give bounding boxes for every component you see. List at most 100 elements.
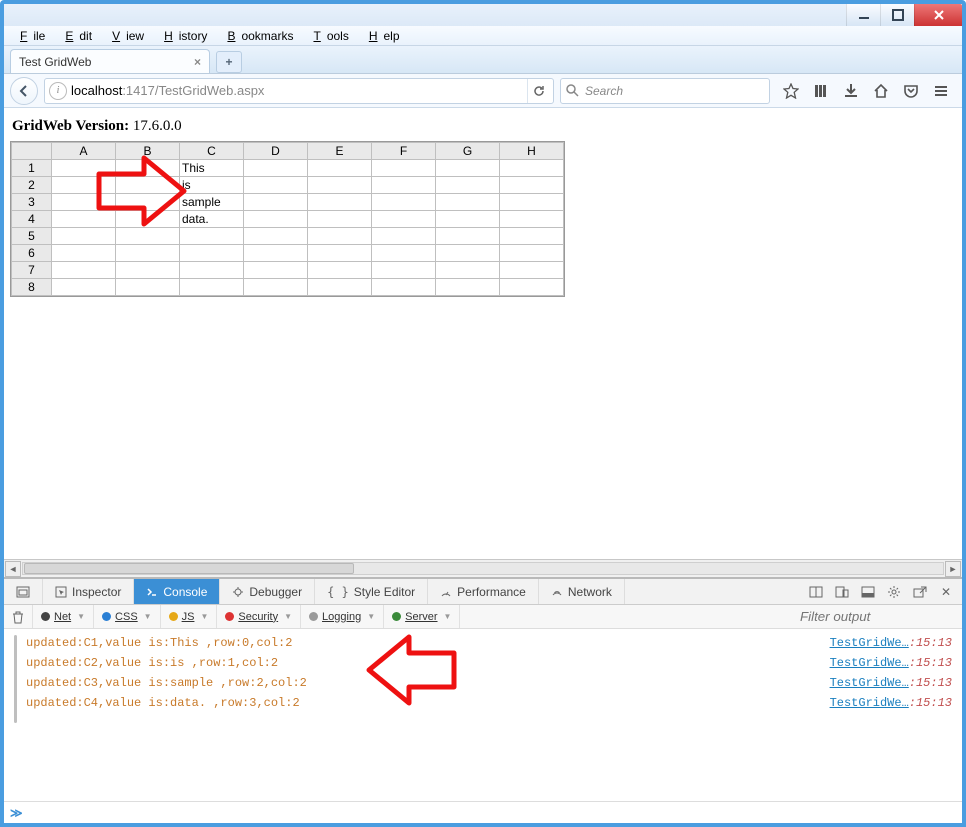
menu-help[interactable]: Help	[357, 29, 406, 43]
cell-G4[interactable]	[436, 211, 500, 228]
console-log-source[interactable]: TestGridWe…:15:13	[830, 696, 952, 710]
column-header-D[interactable]: D	[244, 143, 308, 160]
tab-debugger[interactable]: Debugger	[220, 579, 315, 604]
browser-tab[interactable]: Test GridWeb ×	[10, 49, 210, 73]
devtools-popout-icon[interactable]	[912, 584, 928, 600]
horizontal-scrollbar[interactable]: ◄ ►	[4, 559, 962, 577]
menu-bookmarks[interactable]: Bookmarks	[215, 29, 299, 43]
menu-history[interactable]: History	[152, 29, 213, 43]
home-icon[interactable]	[872, 82, 890, 100]
site-info-icon[interactable]: i	[49, 82, 67, 100]
cell-H8[interactable]	[500, 279, 564, 296]
window-maximize-button[interactable]	[880, 4, 914, 26]
cell-F4[interactable]	[372, 211, 436, 228]
cell-F3[interactable]	[372, 194, 436, 211]
menu-view[interactable]: View	[100, 29, 150, 43]
cell-G8[interactable]	[436, 279, 500, 296]
cell-B5[interactable]	[116, 228, 180, 245]
filter-logging[interactable]: Logging▼	[301, 605, 384, 628]
filter-js[interactable]: JS▼	[161, 605, 218, 628]
cell-F2[interactable]	[372, 177, 436, 194]
row-header-6[interactable]: 6	[12, 245, 52, 262]
devtools-split-icon[interactable]	[808, 584, 824, 600]
filter-security[interactable]: Security▼	[217, 605, 301, 628]
cell-C5[interactable]	[180, 228, 244, 245]
new-tab-button[interactable]: +	[216, 51, 242, 73]
menu-tools[interactable]: Tools	[301, 29, 354, 43]
console-log-source[interactable]: TestGridWe…:15:13	[830, 636, 952, 650]
cell-A6[interactable]	[52, 245, 116, 262]
cell-A5[interactable]	[52, 228, 116, 245]
cell-C3[interactable]: sample	[180, 194, 244, 211]
cell-D8[interactable]	[244, 279, 308, 296]
bookmark-star-icon[interactable]	[782, 82, 800, 100]
cell-E5[interactable]	[308, 228, 372, 245]
cell-H2[interactable]	[500, 177, 564, 194]
cell-E8[interactable]	[308, 279, 372, 296]
cell-H7[interactable]	[500, 262, 564, 279]
cell-D4[interactable]	[244, 211, 308, 228]
tab-network[interactable]: Network	[539, 579, 625, 604]
cell-H3[interactable]	[500, 194, 564, 211]
cell-E7[interactable]	[308, 262, 372, 279]
column-header-G[interactable]: G	[436, 143, 500, 160]
row-header-7[interactable]: 7	[12, 262, 52, 279]
cell-A2[interactable]	[52, 177, 116, 194]
cell-A1[interactable]	[52, 160, 116, 177]
cell-D6[interactable]	[244, 245, 308, 262]
filter-net[interactable]: Net▼	[33, 605, 94, 628]
pocket-icon[interactable]	[902, 82, 920, 100]
column-header-E[interactable]: E	[308, 143, 372, 160]
cell-G3[interactable]	[436, 194, 500, 211]
console-log-source[interactable]: TestGridWe…:15:13	[830, 656, 952, 670]
cell-C2[interactable]: is	[180, 177, 244, 194]
cell-C1[interactable]: This	[180, 160, 244, 177]
cell-B3[interactable]	[116, 194, 180, 211]
clear-console-button[interactable]	[4, 605, 33, 628]
tab-performance[interactable]: Performance	[428, 579, 539, 604]
cell-H4[interactable]	[500, 211, 564, 228]
cell-A4[interactable]	[52, 211, 116, 228]
cell-E1[interactable]	[308, 160, 372, 177]
url-bar[interactable]: i localhost:1417/TestGridWeb.aspx	[44, 78, 554, 104]
scroll-left-button[interactable]: ◄	[5, 561, 21, 577]
cell-A8[interactable]	[52, 279, 116, 296]
devtools-dock-icon[interactable]	[860, 584, 876, 600]
devtools-responsive-icon[interactable]	[834, 584, 850, 600]
cell-D1[interactable]	[244, 160, 308, 177]
cell-C7[interactable]	[180, 262, 244, 279]
column-header-C[interactable]: C	[180, 143, 244, 160]
row-header-5[interactable]: 5	[12, 228, 52, 245]
devtools-close-icon[interactable]: ✕	[938, 584, 954, 600]
cell-E4[interactable]	[308, 211, 372, 228]
console-filter-input[interactable]	[792, 605, 962, 628]
menu-file[interactable]: File	[8, 29, 51, 43]
cell-C6[interactable]	[180, 245, 244, 262]
cell-F1[interactable]	[372, 160, 436, 177]
cell-D7[interactable]	[244, 262, 308, 279]
column-header-A[interactable]: A	[52, 143, 116, 160]
console-prompt[interactable]: ≫	[4, 801, 962, 823]
library-icon[interactable]	[812, 82, 830, 100]
cell-B8[interactable]	[116, 279, 180, 296]
devtools-settings-icon[interactable]	[886, 584, 902, 600]
grid-corner[interactable]	[12, 143, 52, 160]
cell-E3[interactable]	[308, 194, 372, 211]
cell-A3[interactable]	[52, 194, 116, 211]
cell-C4[interactable]: data.	[180, 211, 244, 228]
cell-B6[interactable]	[116, 245, 180, 262]
spreadsheet-grid[interactable]: ABCDEFGH 1This2is3sample4data.5678	[10, 141, 565, 297]
cell-F5[interactable]	[372, 228, 436, 245]
downloads-icon[interactable]	[842, 82, 860, 100]
row-header-3[interactable]: 3	[12, 194, 52, 211]
row-header-1[interactable]: 1	[12, 160, 52, 177]
search-bar[interactable]: Search	[560, 78, 770, 104]
cell-G7[interactable]	[436, 262, 500, 279]
back-button[interactable]	[10, 77, 38, 105]
filter-css[interactable]: CSS▼	[94, 605, 161, 628]
cell-H6[interactable]	[500, 245, 564, 262]
cell-D2[interactable]	[244, 177, 308, 194]
cell-D3[interactable]	[244, 194, 308, 211]
menu-icon[interactable]	[932, 82, 950, 100]
cell-C8[interactable]	[180, 279, 244, 296]
